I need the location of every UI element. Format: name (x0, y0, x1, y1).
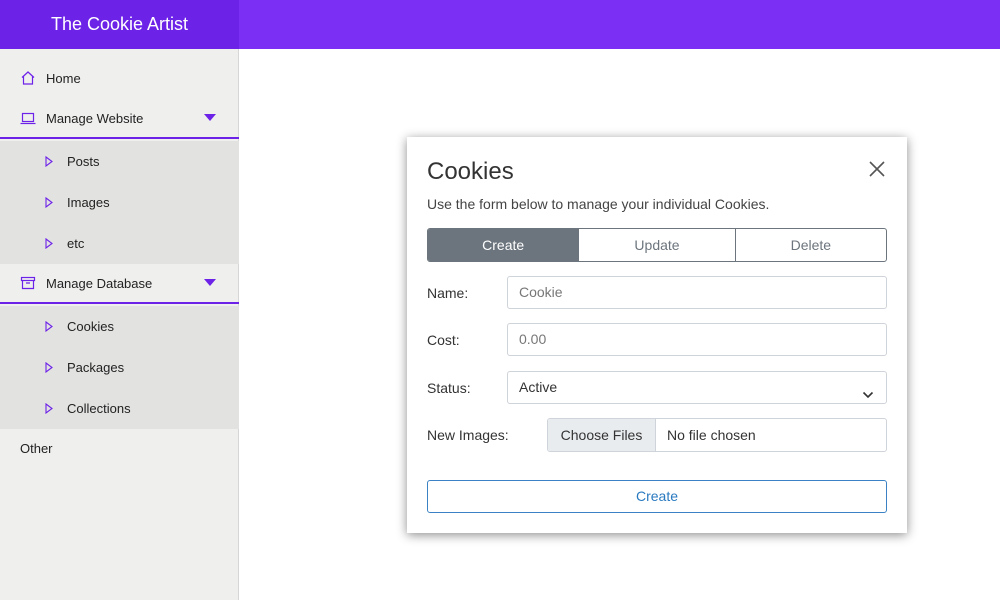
sidebar-item-other[interactable]: Other (20, 441, 53, 456)
images-label: New Images: (427, 427, 509, 443)
sidebar-item-home[interactable]: Home (0, 59, 239, 97)
sidebar-item-posts[interactable]: Posts (0, 141, 239, 182)
triangle-right-icon (45, 362, 55, 374)
sidebar: Home Manage Website Posts Images etc Man… (0, 49, 239, 600)
file-status-text: No file chosen (667, 427, 756, 443)
top-bar: The Cookie Artist (0, 0, 1000, 49)
sidebar-item-label: Packages (67, 360, 125, 375)
name-input[interactable]: Cookie (507, 276, 887, 309)
sidebar-item-label: Cookies (67, 319, 114, 334)
home-icon (19, 69, 37, 87)
modal-title: Cookies (427, 158, 514, 185)
tab-delete[interactable]: Delete (736, 229, 886, 261)
caret-down-icon[interactable] (204, 279, 216, 286)
sidebar-item-label: Collections (67, 401, 131, 416)
sidebar-item-cookies[interactable]: Cookies (0, 306, 239, 347)
sidebar-item-label: Manage Website (46, 110, 144, 126)
mode-tabs: Create Update Delete (427, 228, 887, 262)
brand-title[interactable]: The Cookie Artist (0, 0, 239, 49)
laptop-icon (19, 109, 37, 127)
status-value: Active (519, 379, 558, 395)
cost-input[interactable]: 0.00 (507, 323, 887, 356)
sidebar-item-label: etc (67, 236, 85, 251)
caret-down-icon[interactable] (204, 114, 216, 121)
triangle-right-icon (45, 321, 55, 333)
cost-label: Cost: (427, 332, 460, 348)
create-button[interactable]: Create (427, 480, 887, 513)
modal-subtitle: Use the form below to manage your indivi… (427, 196, 770, 212)
chevron-down-icon (862, 381, 874, 399)
cookies-modal: Cookies Use the form below to manage you… (407, 137, 907, 533)
archive-icon (19, 274, 37, 292)
triangle-right-icon (45, 197, 55, 209)
status-select[interactable]: Active (507, 371, 887, 404)
database-submenu: Cookies Packages Collections (0, 306, 239, 429)
sidebar-item-manage-website[interactable]: Manage Website (0, 99, 239, 139)
triangle-right-icon (45, 403, 55, 415)
sidebar-item-etc[interactable]: etc (0, 223, 239, 264)
sidebar-item-label: Images (67, 195, 110, 210)
status-label: Status: (427, 380, 471, 396)
tab-update[interactable]: Update (579, 229, 736, 261)
triangle-right-icon (45, 238, 55, 250)
sidebar-item-images[interactable]: Images (0, 182, 239, 223)
sidebar-item-collections[interactable]: Collections (0, 388, 239, 429)
choose-files-button[interactable]: Choose Files (548, 419, 656, 451)
sidebar-item-manage-database[interactable]: Manage Database (0, 264, 239, 304)
triangle-right-icon (45, 156, 55, 168)
close-icon[interactable] (867, 159, 887, 179)
name-label: Name: (427, 285, 469, 301)
sidebar-item-label: Home (46, 70, 81, 86)
file-input[interactable]: Choose Files No file chosen (547, 418, 887, 452)
sidebar-item-packages[interactable]: Packages (0, 347, 239, 388)
sidebar-item-label: Posts (67, 154, 100, 169)
website-submenu: Posts Images etc (0, 141, 239, 264)
tab-create[interactable]: Create (428, 229, 580, 261)
sidebar-item-label: Manage Database (46, 275, 153, 291)
